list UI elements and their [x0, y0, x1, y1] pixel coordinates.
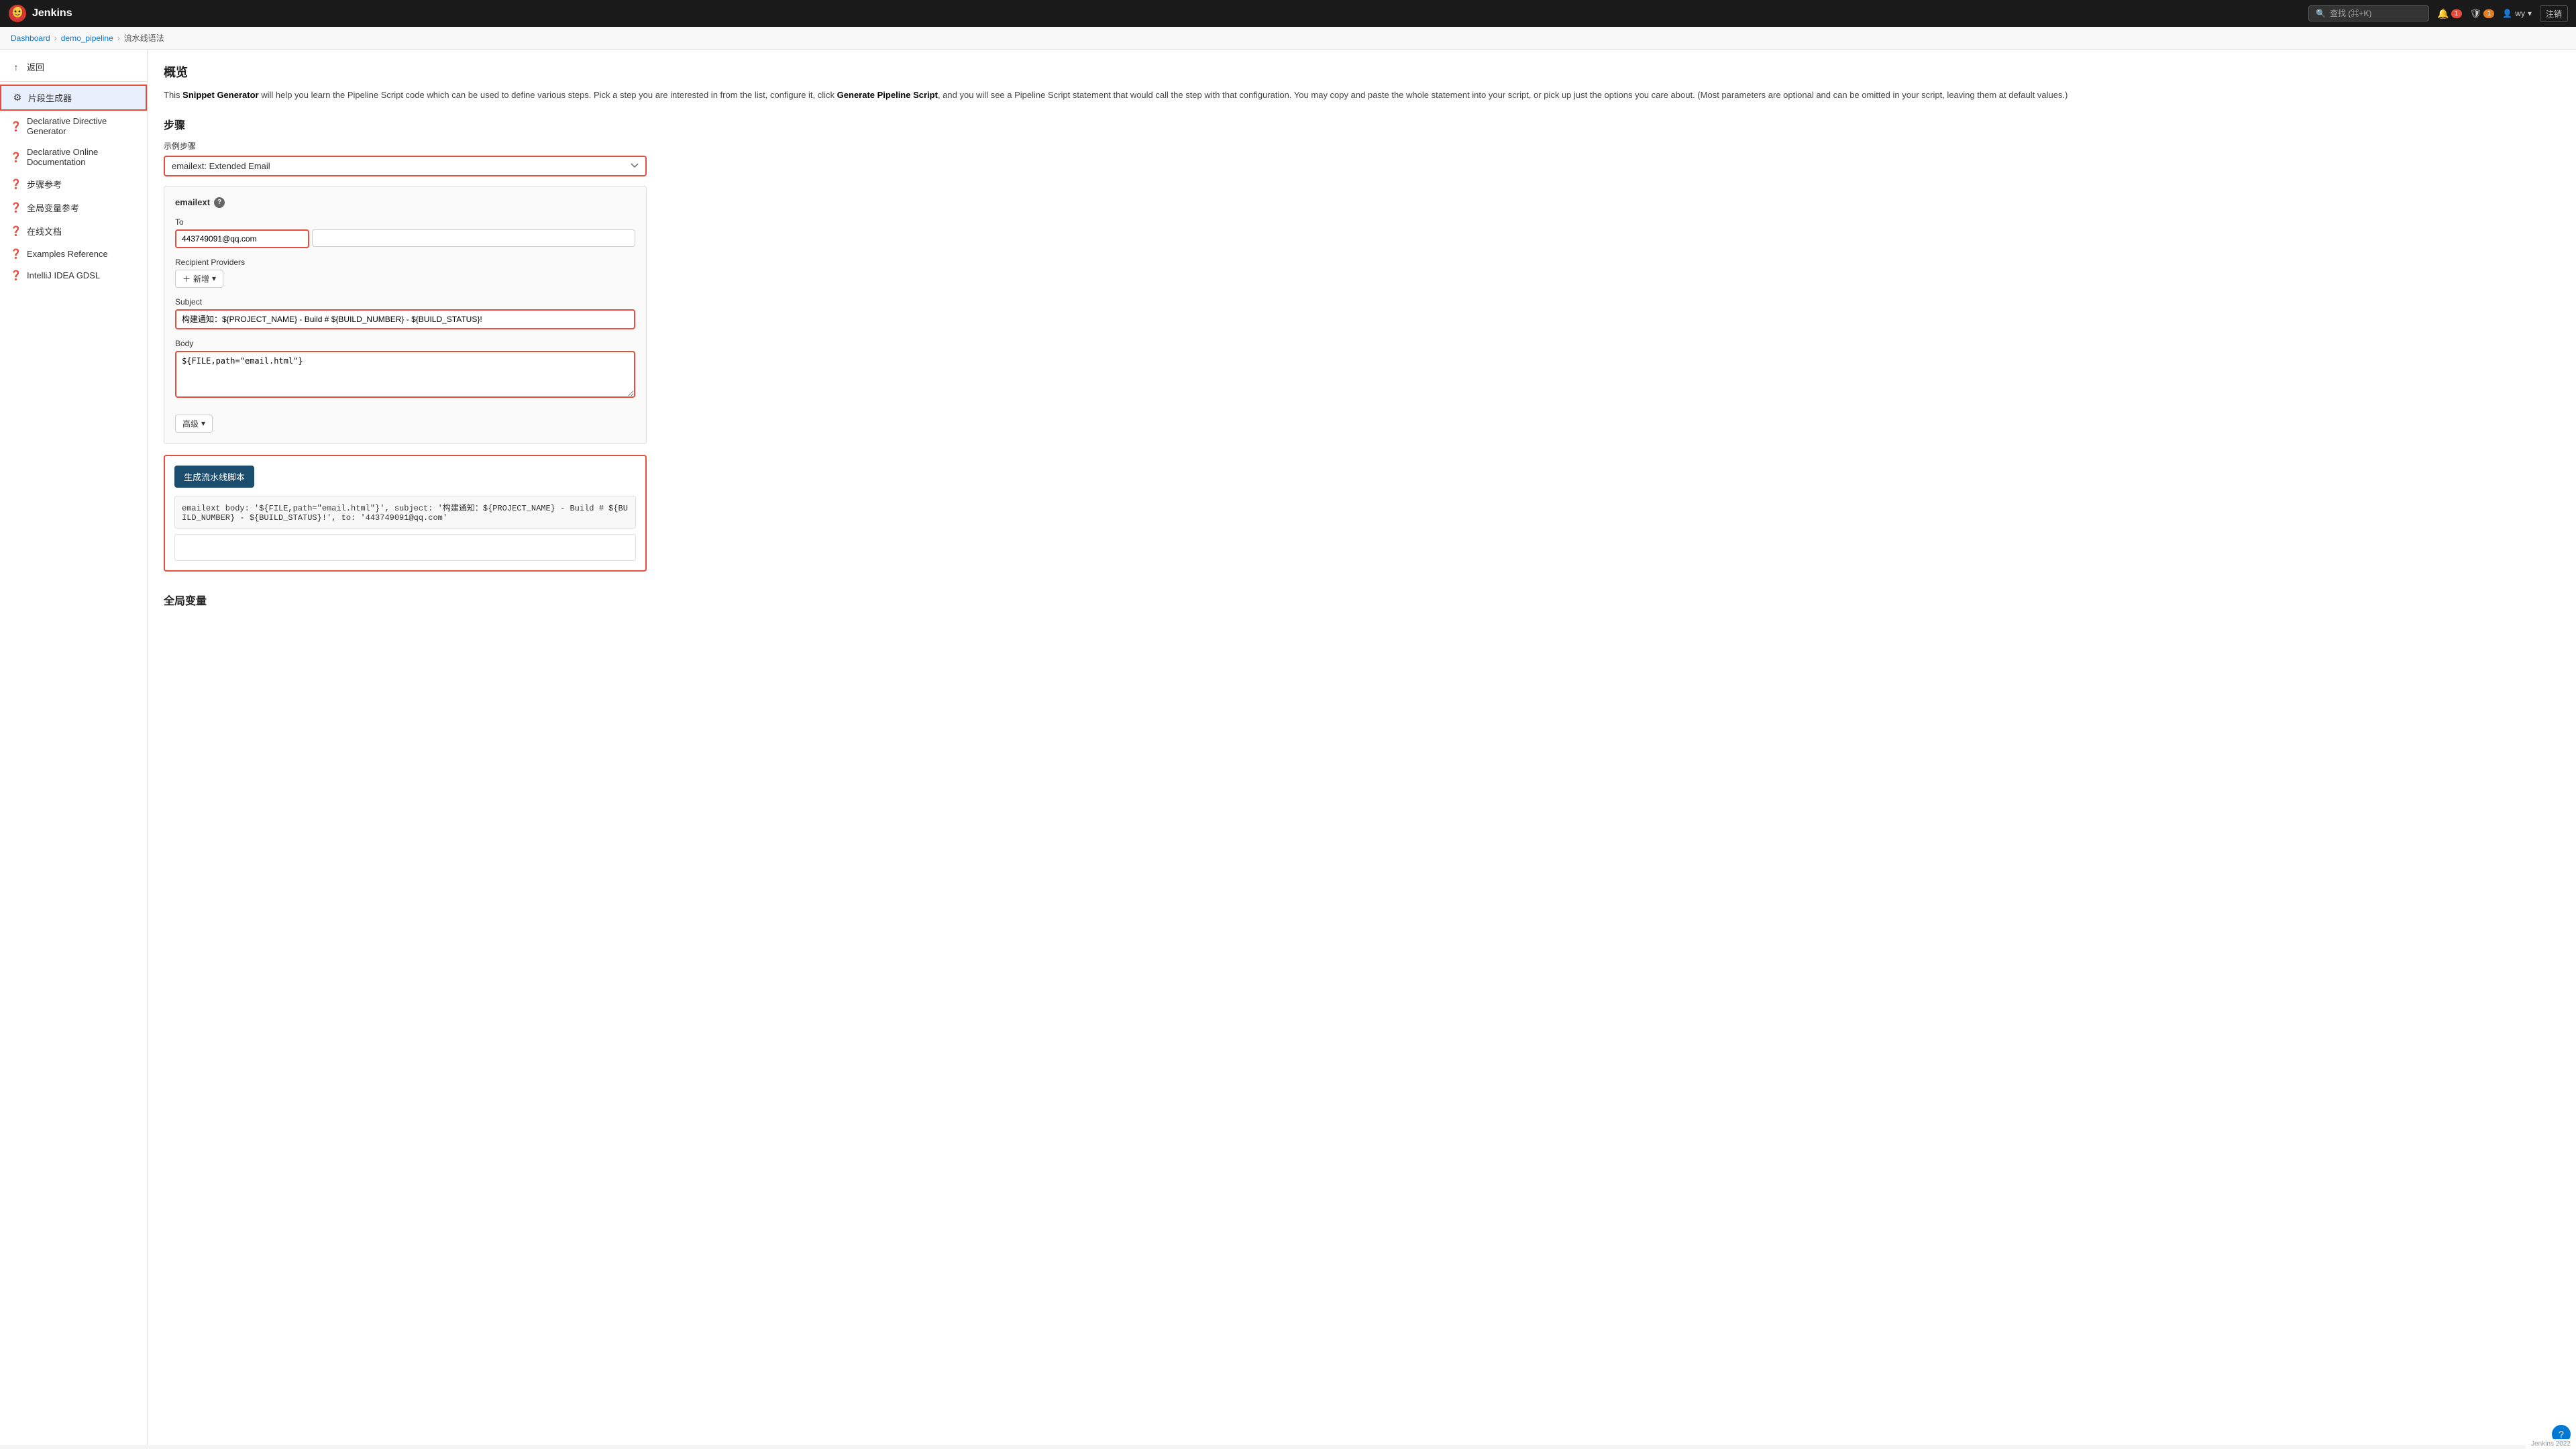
emailext-panel: emailext ? To Recipient Providers ＋ 新增 ▾ — [164, 186, 647, 444]
recipient-providers-group: Recipient Providers ＋ 新增 ▾ — [175, 258, 635, 288]
user-icon: 👤 — [2502, 9, 2512, 18]
navbar-left: Jenkins — [8, 4, 72, 23]
to-field-container — [175, 229, 635, 248]
step-select[interactable]: emailext: Extended Email — [164, 156, 647, 176]
sidebar-examples-label: Examples Reference — [27, 249, 108, 259]
user-menu[interactable]: 👤 wy ▾ — [2502, 9, 2532, 18]
global-vars-title: 全局变量 — [164, 592, 2560, 608]
sidebar-item-declarative-online-doc[interactable]: ❓ Declarative Online Documentation — [0, 142, 147, 172]
body-textarea[interactable]: ${FILE,path="email.html"} — [175, 351, 635, 398]
sidebar-intellij-label: IntelliJ IDEA GDSL — [27, 270, 100, 280]
to-input[interactable] — [175, 229, 309, 248]
sidebar-declarative-directive-label: Declarative Directive Generator — [27, 116, 136, 136]
question-icon-2: ❓ — [11, 152, 21, 162]
question-icon-4: ❓ — [11, 203, 21, 213]
generate-script-bold: Generate Pipeline Script — [837, 90, 938, 100]
sidebar-steps-label: 步骤参考 — [27, 178, 62, 191]
bottom-bar: Jenkins 2022 — [2526, 1439, 2576, 1449]
search-icon: 🔍 — [2316, 9, 2326, 18]
navbar: Jenkins 🔍 🔔 1 🛡 1 👤 wy ▾ 注销 — [0, 0, 2576, 27]
sample-step-label: 示例步骤 — [164, 140, 2560, 152]
breadcrumb-current: 流水线语法 — [124, 32, 164, 44]
generated-code: emailext body: '${FILE,path="email.html"… — [174, 496, 636, 529]
sidebar-item-declarative-directive[interactable]: ❓ Declarative Directive Generator — [0, 111, 147, 142]
description-text: This Snippet Generator will help you lea… — [164, 89, 2560, 103]
sidebar-snippet-label: 片段生成器 — [28, 91, 72, 104]
breadcrumb-sep-1: › — [54, 34, 57, 43]
sidebar-online-docs-label: 在线文档 — [27, 225, 62, 237]
chevron-down-icon: ▾ — [2528, 9, 2532, 18]
security-btn[interactable]: 🛡 1 — [2470, 8, 2495, 19]
sidebar-item-examples-reference[interactable]: ❓ Examples Reference — [0, 243, 147, 264]
snippet-generator-bold: Snippet Generator — [182, 90, 258, 100]
sidebar-back[interactable]: ↑ 返回 — [0, 55, 147, 78]
sidebar-declarative-online-label: Declarative Online Documentation — [27, 147, 136, 167]
subject-group: Subject — [175, 297, 635, 329]
question-icon-5: ❓ — [11, 226, 21, 237]
sidebar-item-snippet-generator[interactable]: ⚙ 片段生成器 — [0, 85, 147, 111]
arrow-up-icon: ↑ — [11, 62, 21, 72]
add-btn-label: 新增 — [193, 273, 209, 284]
main-content: 概览 This Snippet Generator will help you … — [148, 50, 2576, 1445]
emailext-help-icon[interactable]: ? — [214, 197, 225, 208]
security-badge: 1 — [2483, 9, 2494, 18]
question-icon-7: ❓ — [11, 270, 21, 280]
breadcrumb-sep-2: › — [117, 34, 120, 43]
add-dropdown-icon: ▾ — [212, 274, 216, 283]
subject-input[interactable] — [175, 309, 635, 329]
emailext-title: emailext ? — [175, 197, 635, 208]
username: wy — [2515, 9, 2525, 18]
search-input[interactable] — [2330, 9, 2417, 18]
body-group: Body ${FILE,path="email.html"} — [175, 339, 635, 400]
sidebar-global-vars-label: 全局变量参考 — [27, 201, 79, 214]
advanced-btn[interactable]: 高级 ▾ — [175, 415, 213, 433]
search-box[interactable]: 🔍 — [2308, 5, 2429, 21]
bell-icon: 🔔 — [2437, 8, 2449, 19]
jenkins-logo — [8, 4, 27, 23]
bottom-bar-text: Jenkins 2022 — [2531, 1440, 2571, 1448]
code-output-area[interactable] — [174, 534, 636, 561]
sidebar-item-intellij[interactable]: ❓ IntelliJ IDEA GDSL — [0, 264, 147, 286]
recipient-providers-label: Recipient Providers — [175, 258, 635, 267]
sidebar-item-steps-reference[interactable]: ❓ 步骤参考 — [0, 172, 147, 196]
to-label: To — [175, 217, 635, 227]
navbar-right: 🔍 🔔 1 🛡 1 👤 wy ▾ 注销 — [2308, 5, 2568, 22]
sidebar-item-online-docs[interactable]: ❓ 在线文档 — [0, 219, 147, 243]
layout: ↑ 返回 ⚙ 片段生成器 ❓ Declarative Directive Gen… — [0, 50, 2576, 1445]
logout-btn[interactable]: 注销 — [2540, 5, 2568, 22]
add-recipient-btn[interactable]: ＋ 新增 ▾ — [175, 270, 223, 288]
subject-label: Subject — [175, 297, 635, 307]
sample-step-group: 示例步骤 emailext: Extended Email — [164, 140, 2560, 176]
question-icon-1: ❓ — [11, 121, 21, 131]
question-icon-3: ❓ — [11, 179, 21, 190]
gear-icon: ⚙ — [12, 93, 23, 103]
steps-title: 步骤 — [164, 116, 2560, 132]
sidebar-back-label: 返回 — [27, 60, 44, 73]
notifications-badge: 1 — [2451, 9, 2462, 18]
generate-section: 生成流水线脚本 emailext body: '${FILE,path="ema… — [164, 455, 647, 572]
sidebar-divider-1 — [0, 81, 147, 82]
generate-btn[interactable]: 生成流水线脚本 — [174, 466, 254, 488]
body-label: Body — [175, 339, 635, 348]
breadcrumb-pipeline[interactable]: demo_pipeline — [61, 34, 113, 43]
sidebar-item-global-vars[interactable]: ❓ 全局变量参考 — [0, 196, 147, 219]
to-group: To — [175, 217, 635, 248]
question-icon-6: ❓ — [11, 248, 21, 259]
plus-icon: ＋ — [182, 273, 191, 284]
breadcrumb: Dashboard › demo_pipeline › 流水线语法 — [0, 27, 2576, 50]
shield-icon: 🛡 — [2470, 8, 2482, 19]
advanced-chevron-icon: ▾ — [201, 419, 205, 428]
navbar-title: Jenkins — [32, 7, 72, 19]
notifications-btn[interactable]: 🔔 1 — [2437, 8, 2461, 19]
corner-question-icon: ? — [2559, 1429, 2564, 1440]
emailext-label: emailext — [175, 197, 210, 207]
overview-title: 概览 — [164, 63, 2560, 80]
advanced-btn-label: 高级 — [182, 418, 199, 429]
sidebar: ↑ 返回 ⚙ 片段生成器 ❓ Declarative Directive Gen… — [0, 50, 148, 1445]
to-extra-input[interactable] — [312, 229, 635, 247]
breadcrumb-dashboard[interactable]: Dashboard — [11, 34, 50, 43]
